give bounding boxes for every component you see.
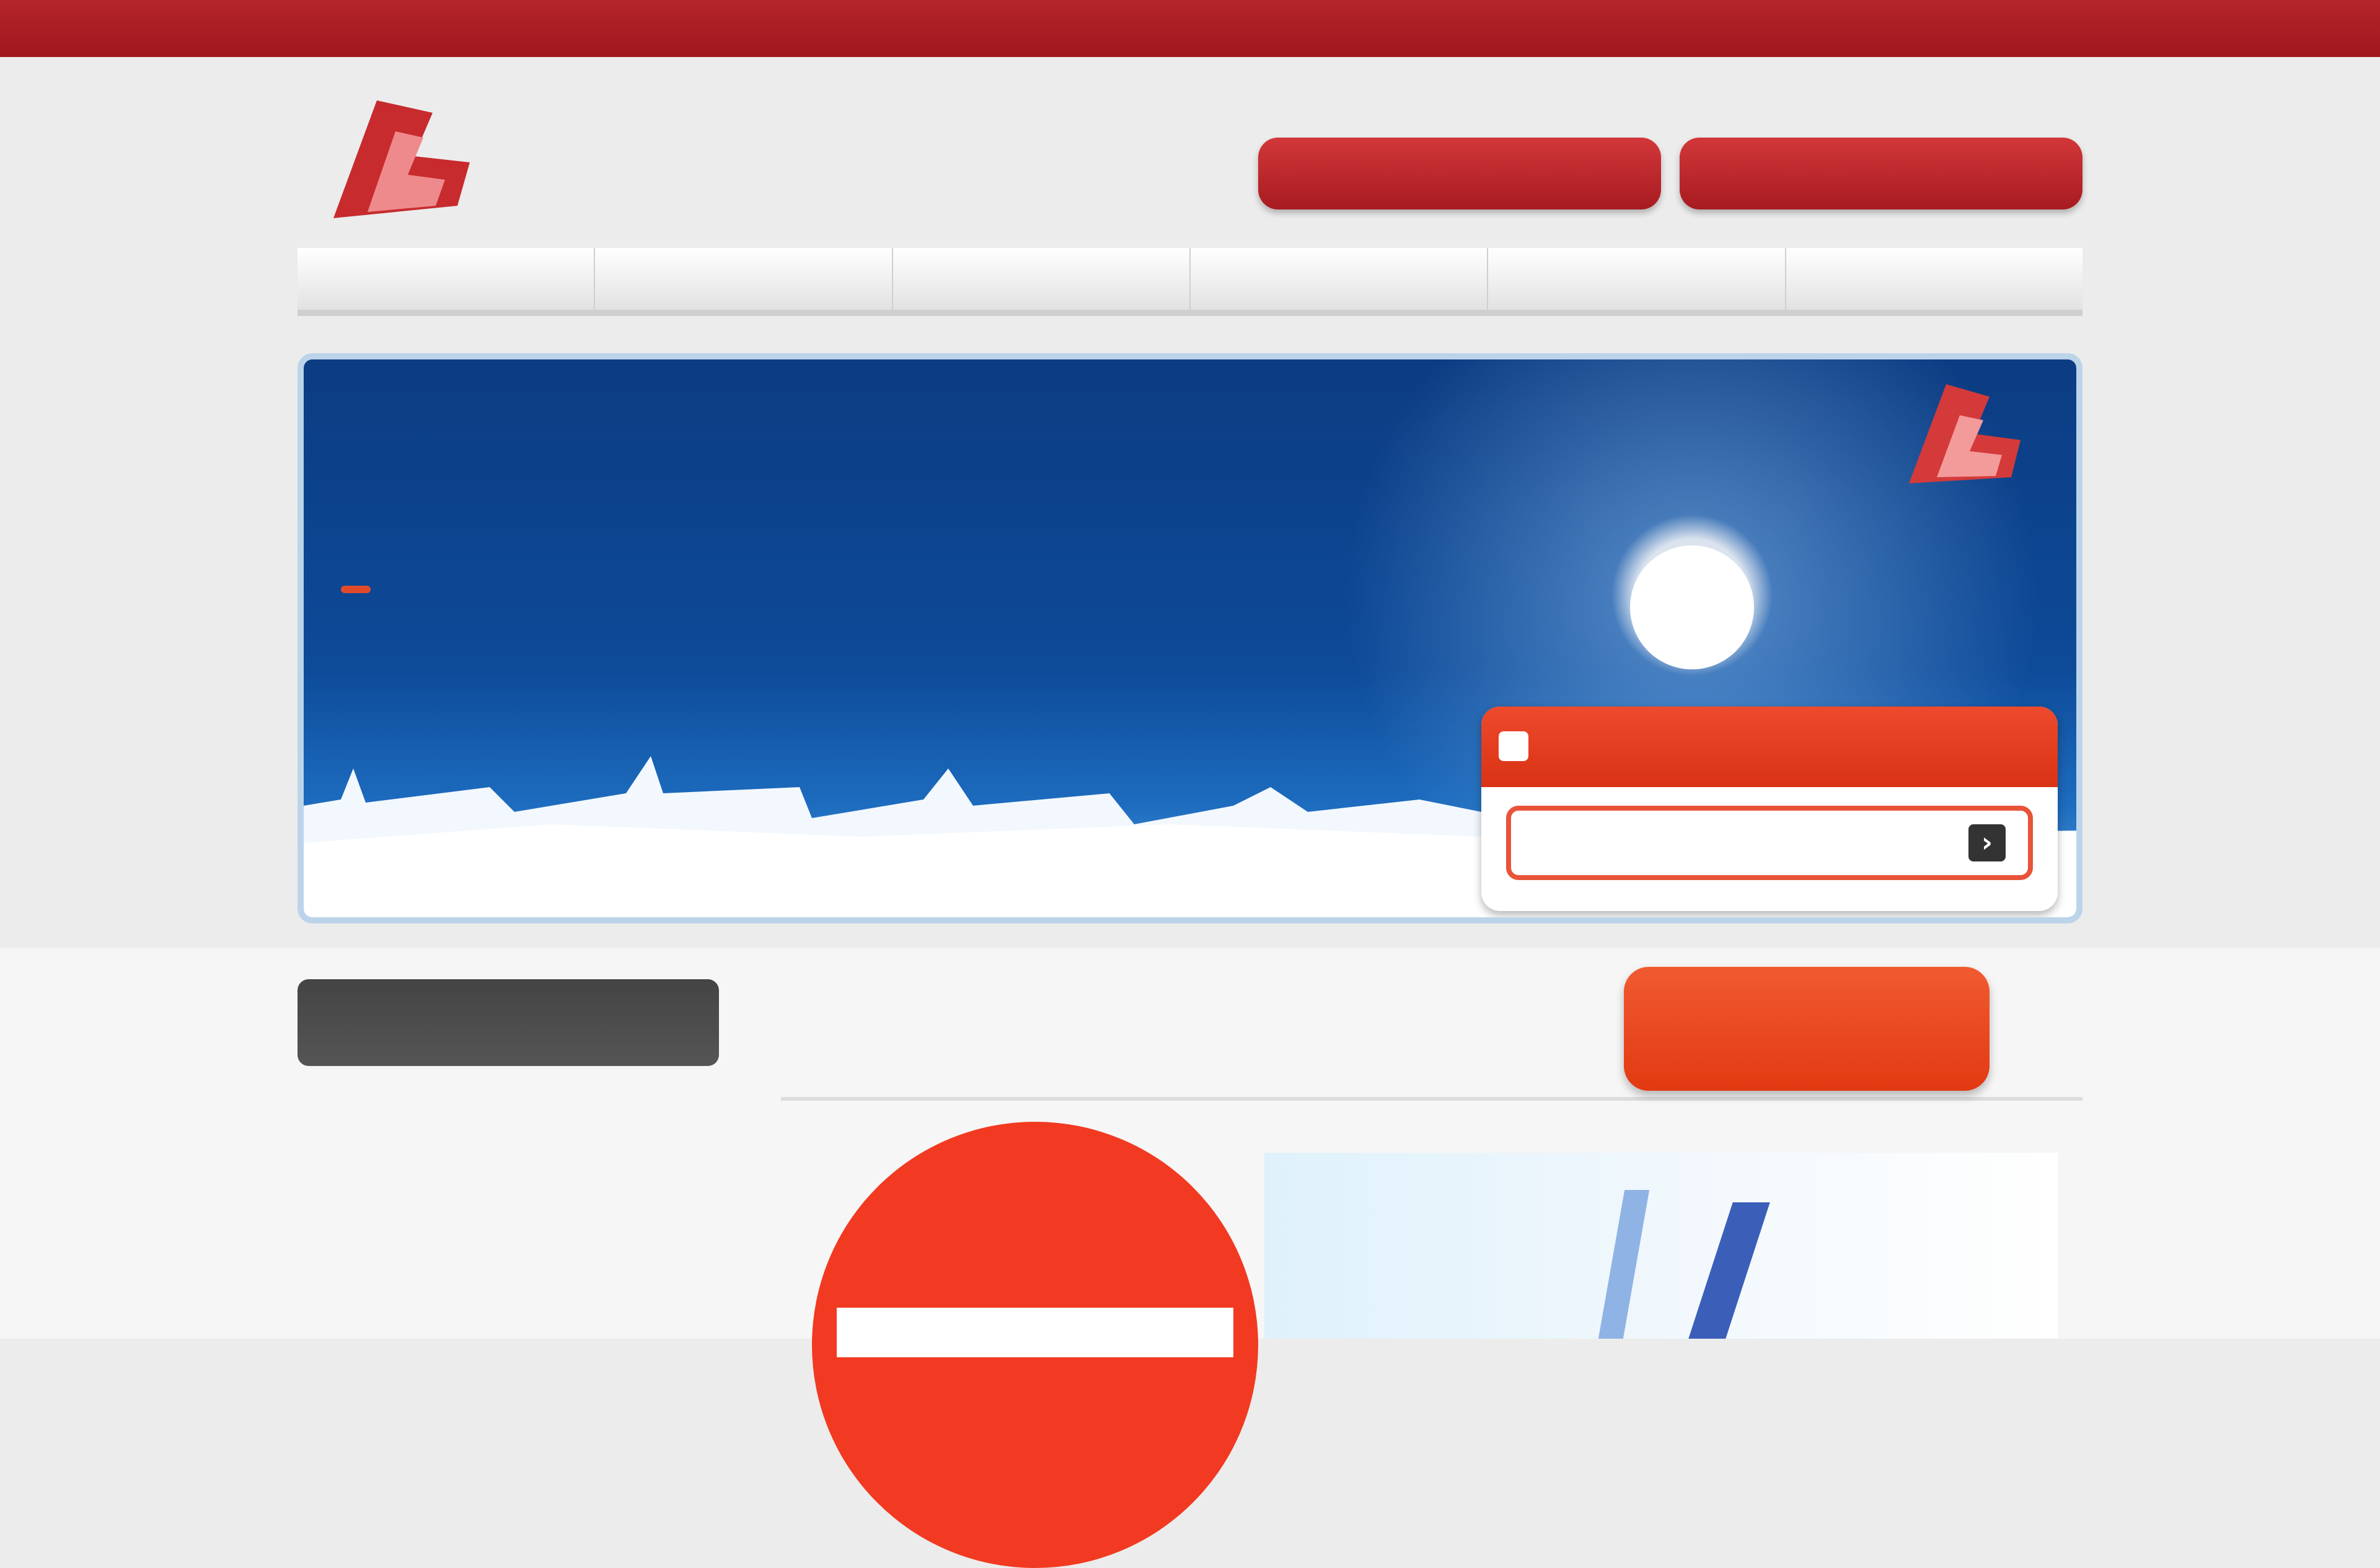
nav-item-2[interactable] — [595, 248, 893, 310]
header-buttons — [1258, 138, 2082, 209]
nav-item-3[interactable] — [892, 248, 1191, 310]
sidebar — [298, 979, 731, 1339]
header-button-2[interactable] — [1680, 138, 2082, 209]
nav-item-1[interactable] — [298, 248, 596, 310]
sidebar-heading[interactable] — [298, 979, 719, 1066]
topbar-link[interactable] — [2058, 9, 2082, 43]
main-nav — [298, 248, 2082, 316]
banner-tag — [341, 585, 371, 593]
banner-logo-icon — [1909, 384, 2021, 483]
circle-band — [837, 1308, 1233, 1357]
section-red-button[interactable] — [1624, 967, 1990, 1091]
cta-primary[interactable] — [1481, 707, 2058, 787]
arrow-right-icon: › — [1968, 824, 2006, 861]
illustration-bar — [1598, 1190, 1650, 1339]
moon-icon — [1630, 545, 1754, 669]
header-button-1[interactable] — [1258, 138, 1661, 209]
cta-secondary[interactable]: › — [1506, 806, 2033, 880]
brand-logo[interactable] — [309, 82, 495, 231]
check-icon — [1499, 731, 1528, 761]
hero-banner: › — [298, 353, 2082, 923]
illustration-bar — [1688, 1202, 1770, 1339]
content-area — [0, 948, 2380, 1568]
promo-illustration — [1264, 1153, 2058, 1339]
cta-box: › — [1481, 707, 2058, 911]
banner-line-3 — [341, 561, 387, 612]
promo-circle-badge — [812, 1122, 1258, 1568]
nav-item-6[interactable] — [1786, 248, 2082, 310]
nav-item-4[interactable] — [1190, 248, 1489, 310]
top-bar — [0, 0, 2380, 57]
site-header — [298, 68, 2082, 229]
nav-item-5[interactable] — [1488, 248, 1786, 310]
